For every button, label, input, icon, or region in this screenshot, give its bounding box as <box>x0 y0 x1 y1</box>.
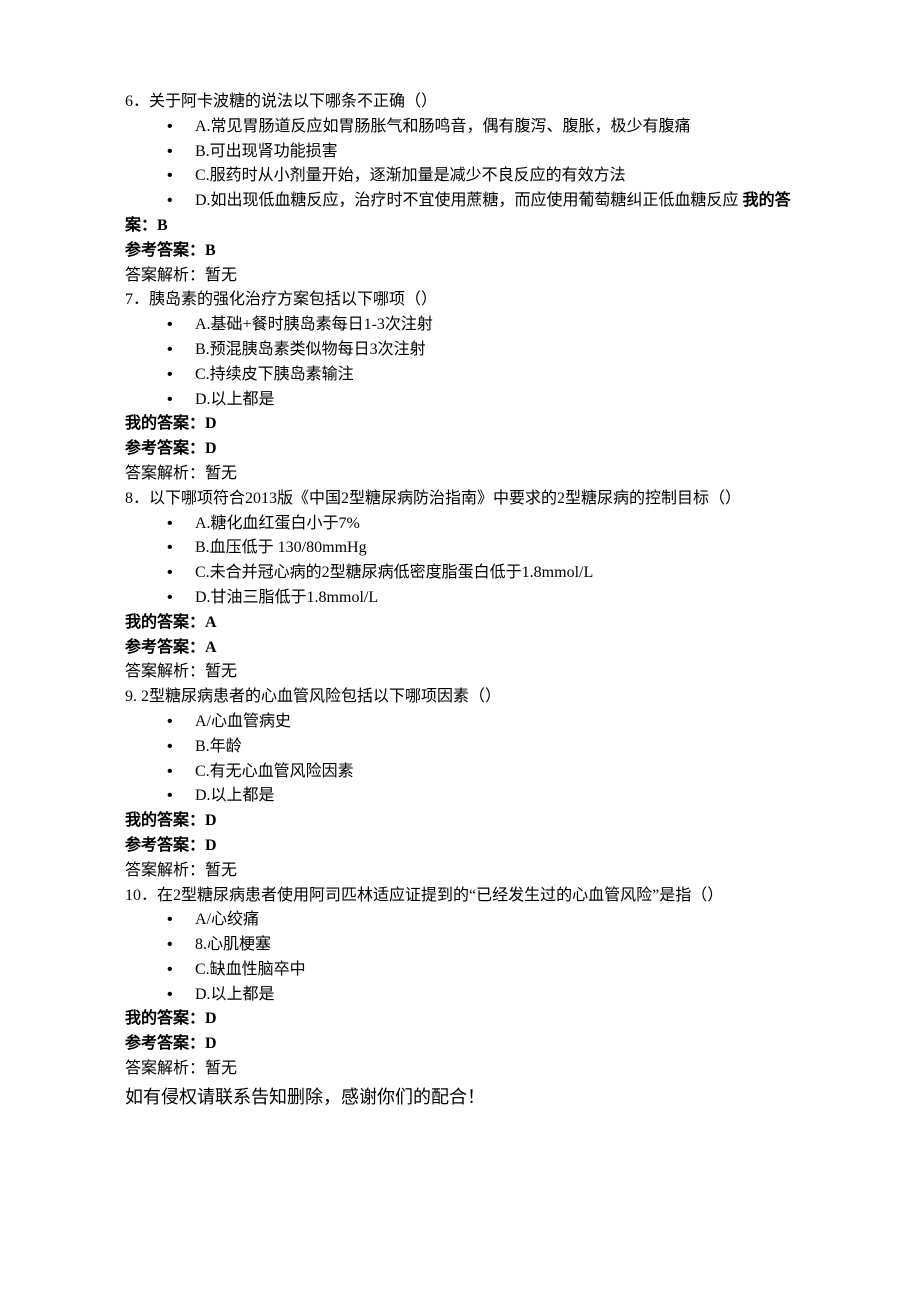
list-item: • 8.心肌梗塞 <box>125 933 800 958</box>
reference-answer: 参考答案：D <box>125 437 800 462</box>
bullet-icon: • <box>167 338 173 363</box>
reference-answer: 参考答案：D <box>125 1032 800 1057</box>
my-answer-inline: 我的答 <box>743 192 791 209</box>
question-9-options: • A/心血管病史 • B.年龄 • C.有无心血管风险因素 • D.以上都是 <box>125 710 800 809</box>
option-text: D.如出现低血糖反应，治疗时不宜使用蔗糖，而应使用葡萄糖纠正低血糖反应 <box>195 192 739 209</box>
bullet-icon: • <box>167 512 173 537</box>
list-item: • A/心血管病史 <box>125 710 800 735</box>
option-text: A/心绞痛 <box>195 911 259 928</box>
reference-answer: 参考答案：A <box>125 636 800 661</box>
option-text: C.持续皮下胰岛素输注 <box>195 366 354 383</box>
question-7-options: • A.基础+餐时胰岛素每日1-3次注射 • B.预混胰岛素类似物每日3次注射 • C… <box>125 313 800 412</box>
list-item: • A.糖化血红蛋白小于7% <box>125 512 800 537</box>
question-6-options: • A.常见胃肠道反应如胃肠胀气和肠鸣音，偶有腹泻、腹胀，极少有腹痛 • B.可出现… <box>125 115 800 214</box>
bullet-icon: • <box>167 784 173 809</box>
bullet-icon: • <box>167 760 173 785</box>
my-answer: 我的答案：D <box>125 809 800 834</box>
reference-answer: 参考答案：B <box>125 239 800 264</box>
answer-analysis: 答案解析：暂无 <box>125 859 800 884</box>
answer-analysis: 答案解析：暂无 <box>125 1057 800 1082</box>
option-text: B.血压低于 130/80mmHg <box>195 539 367 556</box>
bullet-icon: • <box>167 115 173 140</box>
option-text: A.基础+餐时胰岛素每日1-3次注射 <box>195 316 433 333</box>
bullet-icon: • <box>167 586 173 611</box>
list-item: • A.常见胃肠道反应如胃肠胀气和肠鸣音，偶有腹泻、腹胀，极少有腹痛 <box>125 115 800 140</box>
bullet-icon: • <box>167 735 173 760</box>
option-text: A.糖化血红蛋白小于7% <box>195 515 360 532</box>
option-text: A.常见胃肠道反应如胃肠胀气和肠鸣音，偶有腹泻、腹胀，极少有腹痛 <box>195 118 691 135</box>
list-item: • D.以上都是 <box>125 388 800 413</box>
list-item: • D.以上都是 <box>125 983 800 1008</box>
option-text: B.年龄 <box>195 738 242 755</box>
bullet-icon: • <box>167 536 173 561</box>
list-item: • B.预混胰岛素类似物每日3次注射 <box>125 338 800 363</box>
list-item: • D.如出现低血糖反应，治疗时不宜使用蔗糖，而应使用葡萄糖纠正低血糖反应 我的答 <box>125 189 800 214</box>
list-item: • A/心绞痛 <box>125 908 800 933</box>
reference-answer: 参考答案：D <box>125 834 800 859</box>
bullet-icon: • <box>167 140 173 165</box>
list-item: • C.持续皮下胰岛素输注 <box>125 363 800 388</box>
option-text: D.以上都是 <box>195 391 275 408</box>
option-text: B.预混胰岛素类似物每日3次注射 <box>195 341 426 358</box>
list-item: • B.年龄 <box>125 735 800 760</box>
option-text: D.以上都是 <box>195 787 275 804</box>
bullet-icon: • <box>167 958 173 983</box>
option-text: 8.心肌梗塞 <box>195 936 271 953</box>
option-text: C.未合并冠心病的2型糖尿病低密度脂蛋白低于1.8mmol/L <box>195 564 593 581</box>
question-9-stem: 9. 2型糖尿病患者的心血管风险包括以下哪项因素（） <box>125 685 800 710</box>
question-10-stem: 10．在2型糖尿病患者使用阿司匹林适应证提到的“已经发生过的心血管风险”是指（） <box>125 884 800 909</box>
question-8-stem: 8．以下哪项符合2013版《中国2型糖尿病防治指南》中要求的2型糖尿病的控制目标… <box>125 487 800 512</box>
bullet-icon: • <box>167 164 173 189</box>
bullet-icon: • <box>167 933 173 958</box>
question-10-options: • A/心绞痛 • 8.心肌梗塞 • C.缺血性脑卒中 • D.以上都是 <box>125 908 800 1007</box>
answer-analysis: 答案解析：暂无 <box>125 462 800 487</box>
bullet-icon: • <box>167 189 173 214</box>
option-text: A/心血管病史 <box>195 713 291 730</box>
list-item: • B.可出现肾功能损害 <box>125 140 800 165</box>
option-text: B.可出现肾功能损害 <box>195 143 338 160</box>
list-item: • B.血压低于 130/80mmHg <box>125 536 800 561</box>
bullet-icon: • <box>167 983 173 1008</box>
list-item: • D.以上都是 <box>125 784 800 809</box>
question-7-stem: 7．胰岛素的强化治疗方案包括以下哪项（） <box>125 288 800 313</box>
option-text: C.服药时从小剂量开始，逐渐加量是减少不良反应的有效方法 <box>195 167 626 184</box>
bullet-icon: • <box>167 313 173 338</box>
option-text: D.甘油三脂低于1.8mmol/L <box>195 589 378 606</box>
my-answer: 我的答案：A <box>125 611 800 636</box>
my-answer: 我的答案：D <box>125 412 800 437</box>
footer-note: 如有侵权请联系告知删除，感谢你们的配合！ <box>125 1084 800 1112</box>
list-item: • C.缺血性脑卒中 <box>125 958 800 983</box>
list-item: • C.未合并冠心病的2型糖尿病低密度脂蛋白低于1.8mmol/L <box>125 561 800 586</box>
list-item: • C.服药时从小剂量开始，逐渐加量是减少不良反应的有效方法 <box>125 164 800 189</box>
answer-analysis: 答案解析：暂无 <box>125 660 800 685</box>
option-text: C.有无心血管风险因素 <box>195 763 354 780</box>
bullet-icon: • <box>167 561 173 586</box>
bullet-icon: • <box>167 388 173 413</box>
list-item: • D.甘油三脂低于1.8mmol/L <box>125 586 800 611</box>
bullet-icon: • <box>167 363 173 388</box>
option-text: D.以上都是 <box>195 986 275 1003</box>
list-item: • A.基础+餐时胰岛素每日1-3次注射 <box>125 313 800 338</box>
bullet-icon: • <box>167 710 173 735</box>
option-text: C.缺血性脑卒中 <box>195 961 306 978</box>
my-answer-wrap: 案：B <box>125 214 800 239</box>
my-answer: 我的答案：D <box>125 1007 800 1032</box>
question-6-stem: 6．关于阿卡波糖的说法以下哪条不正确（） <box>125 90 800 115</box>
bullet-icon: • <box>167 908 173 933</box>
question-8-options: • A.糖化血红蛋白小于7% • B.血压低于 130/80mmHg • C.未合并冠… <box>125 512 800 611</box>
list-item: • C.有无心血管风险因素 <box>125 760 800 785</box>
answer-analysis: 答案解析：暂无 <box>125 264 800 289</box>
